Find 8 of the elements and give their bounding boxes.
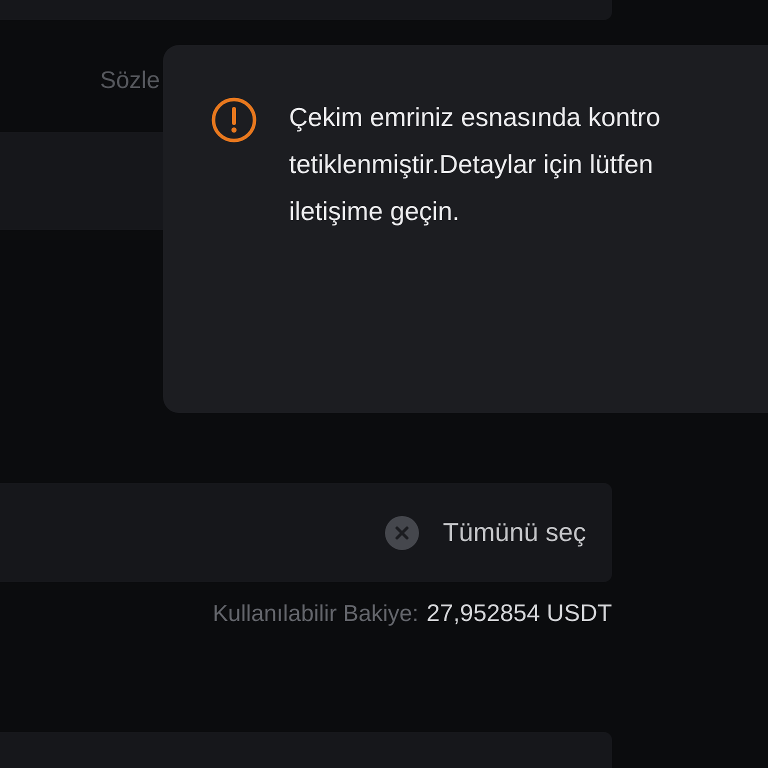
balance-label: Kullanılabilir Bakiye: bbox=[212, 599, 419, 628]
select-all-button[interactable]: Tümünü seç bbox=[442, 513, 586, 552]
amount-field[interactable]: Tümünü seç bbox=[0, 483, 612, 582]
balance-value: 27,952854 USDT bbox=[426, 599, 612, 629]
message-text: Çekim emriniz esnasında kontro tetiklenmiştir.Detaylar için lütfen iletişime geçin. bbox=[289, 101, 660, 228]
clear-icon[interactable] bbox=[384, 516, 419, 550]
section-label: Sözle bbox=[100, 66, 160, 96]
warning-icon bbox=[211, 97, 257, 143]
